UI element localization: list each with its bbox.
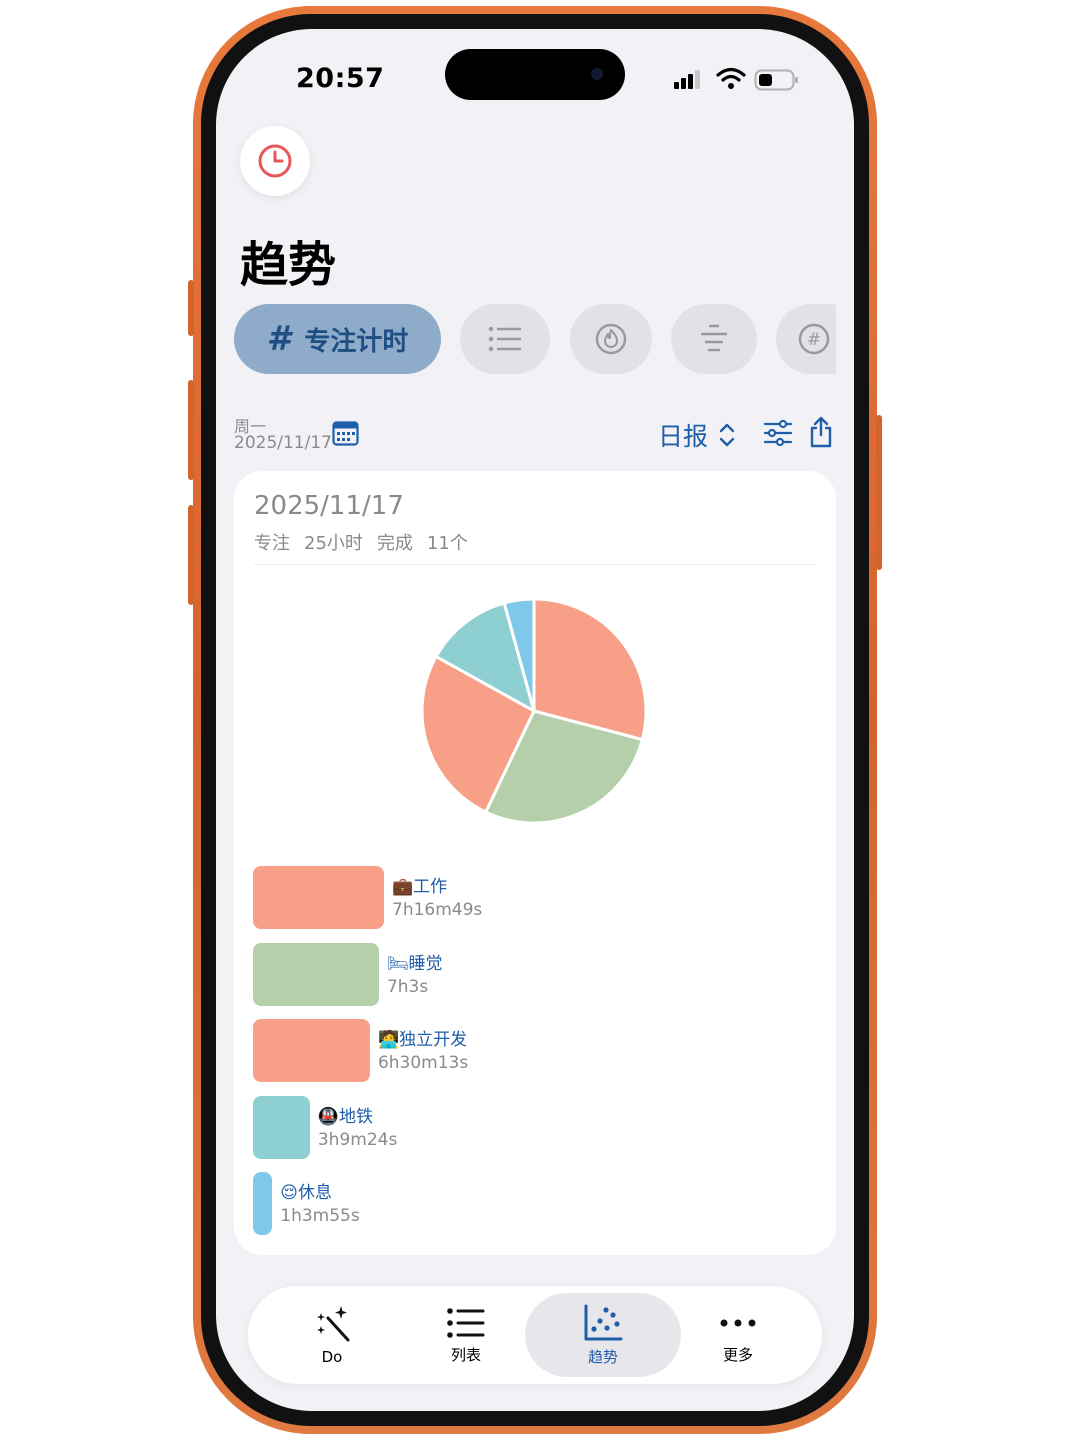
done-label: 完成 xyxy=(376,533,413,554)
bottom-tab-bar: Do 列表 趋势 更多 xyxy=(248,1286,822,1384)
camera-icon xyxy=(591,68,603,80)
duration-bar xyxy=(253,1095,310,1159)
clock-icon xyxy=(258,144,292,178)
cellular-signal-icon xyxy=(674,70,700,89)
category-label: 😌休息 xyxy=(280,1178,332,1203)
category-emoji: 😌 xyxy=(280,1183,298,1203)
chevron-up-down-icon xyxy=(719,423,735,447)
category-label: 🧑‍💻独立开发 xyxy=(378,1025,467,1050)
nav-label-more: 更多 xyxy=(722,1345,753,1364)
category-label: 💼工作 xyxy=(392,872,447,897)
report-period-label: 日报 xyxy=(658,422,709,451)
wifi-icon xyxy=(716,67,746,89)
category-duration: 1h3m55s xyxy=(280,1206,360,1226)
nav-item-trends[interactable]: 趋势 xyxy=(549,1286,657,1384)
category-duration: 3h9m24s xyxy=(317,1129,398,1150)
volume-up-button xyxy=(188,380,194,480)
hashtag-circle-icon: # xyxy=(798,323,830,355)
nav-label-list: 列表 xyxy=(450,1345,481,1364)
hashtag-icon: # xyxy=(266,319,291,359)
daily-stats-card: 2025/11/17 专注 25小时 完成 11个 💼工作 7h16m49s 🛏睡觉 7h3… xyxy=(234,471,836,1255)
card-divider xyxy=(254,564,816,565)
duration-bar xyxy=(253,866,384,929)
duration-bar xyxy=(253,1019,370,1082)
more-icon xyxy=(720,1319,756,1326)
category-bar-list: 💼工作 7h16m49s 🛏睡觉 7h3s 🧑‍💻独立开发 6h30m13s 🚇地铁 3h9m… xyxy=(234,866,836,1246)
timer-button[interactable] xyxy=(240,126,310,196)
category-duration: 7h3s xyxy=(386,976,429,997)
category-emoji: 💼 xyxy=(392,877,414,897)
list-icon xyxy=(488,326,522,352)
focus-value: 25小时 xyxy=(304,533,363,554)
share-icon[interactable] xyxy=(807,415,835,449)
battery-icon xyxy=(754,69,798,91)
tab-focus-timer[interactable]: # 专注计时 xyxy=(234,304,441,374)
category-name: 睡觉 xyxy=(408,953,443,974)
category-duration: 6h30m13s xyxy=(377,1053,469,1073)
svg-text:#: # xyxy=(807,330,821,350)
pie-chart xyxy=(420,597,648,825)
flame-icon xyxy=(595,323,627,355)
tab-tags-clip: # xyxy=(776,304,836,374)
category-duration: 7h16m49s xyxy=(392,900,483,920)
tab-list[interactable] xyxy=(460,304,550,374)
nav-label-trends: 趋势 xyxy=(587,1347,618,1366)
category-name: 独立开发 xyxy=(399,1030,468,1050)
category-label: 🚇地铁 xyxy=(318,1102,373,1127)
focus-label: 专注 xyxy=(254,533,290,554)
timeline-icon xyxy=(700,324,728,352)
category-emoji: 🛏 xyxy=(386,953,409,974)
page-title: 趋势 xyxy=(240,237,337,293)
tab-focus-timer-label: 专注计时 xyxy=(304,326,409,357)
done-value: 11个 xyxy=(426,533,468,554)
volume-down-button xyxy=(188,505,194,605)
category-emoji: 🧑‍💻 xyxy=(377,1030,400,1050)
screen: 20:57 趋势 # 专注计时 # 周一 2025/11/17 日报 2025/… xyxy=(216,29,854,1411)
nav-label-do: Do xyxy=(321,1348,343,1366)
calendar-icon[interactable] xyxy=(332,420,359,446)
duration-bar xyxy=(253,1172,273,1235)
category-emoji: 🚇 xyxy=(317,1106,340,1127)
card-summary: 专注 25小时 完成 11个 xyxy=(254,529,482,555)
tab-tags[interactable]: # xyxy=(776,304,836,374)
nav-item-list[interactable]: 列表 xyxy=(412,1286,520,1384)
power-button xyxy=(876,415,882,570)
action-button xyxy=(188,280,194,336)
duration-bar xyxy=(253,942,379,1006)
status-time: 20:57 xyxy=(296,63,385,94)
category-name: 地铁 xyxy=(339,1106,374,1127)
nav-item-do[interactable]: Do xyxy=(278,1286,386,1384)
tab-streak[interactable] xyxy=(570,304,652,374)
category-name: 休息 xyxy=(297,1183,332,1203)
nav-item-more[interactable]: 更多 xyxy=(684,1286,792,1384)
filter-sliders-icon[interactable] xyxy=(763,419,793,447)
category-name: 工作 xyxy=(413,877,448,897)
magic-wand-icon xyxy=(317,1306,350,1342)
date-label: 2025/11/17 xyxy=(234,433,332,453)
tab-timeline[interactable] xyxy=(671,304,757,374)
card-date: 2025/11/17 xyxy=(254,491,404,521)
list-icon xyxy=(447,1307,485,1338)
chart-icon xyxy=(584,1304,623,1340)
report-period-selector[interactable]: 日报 xyxy=(658,417,738,453)
category-label: 🛏睡觉 xyxy=(387,949,443,974)
